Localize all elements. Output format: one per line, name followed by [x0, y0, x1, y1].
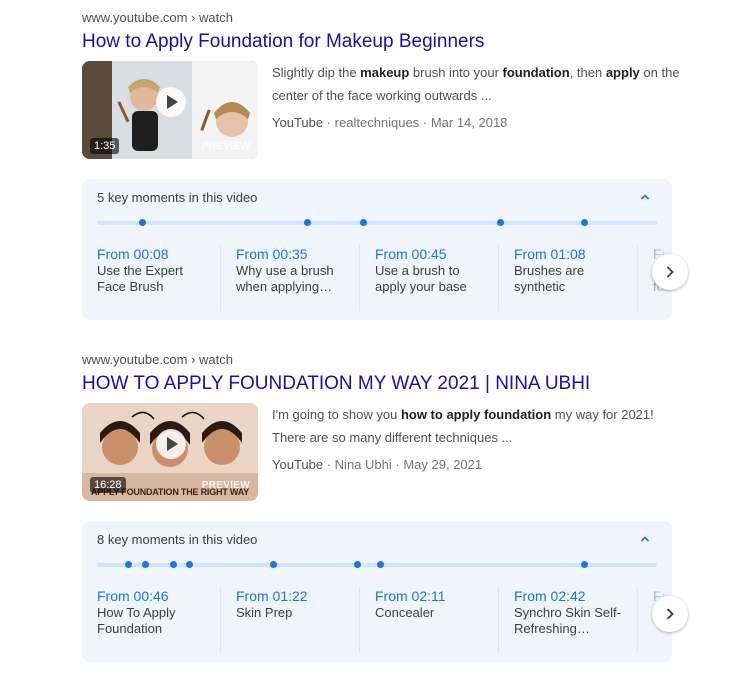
snippet-highlight: foundation: [502, 65, 570, 80]
timeline-marker[interactable]: [186, 561, 194, 568]
key-moment-timestamp: From 02:42: [514, 588, 586, 604]
next-moments-button[interactable]: [652, 254, 688, 290]
key-moment-timestamp: From 01:08: [514, 246, 586, 262]
result-title[interactable]: How to Apply Foundation for Makeup Begin…: [82, 29, 682, 55]
result-title[interactable]: HOW TO APPLY FOUNDATION MY WAY 2021 | NI…: [82, 371, 682, 397]
result-channel: realtechniques: [334, 115, 420, 130]
key-moment-item[interactable]: From 00:08 Use the Expert Face Brush: [82, 245, 221, 320]
result-snippet: I'm going to show you how to apply found…: [272, 403, 682, 449]
preview-label: PREVIEW: [201, 480, 250, 491]
timeline-marker[interactable]: [581, 561, 589, 568]
result-body: APPLY FOUNDATION THE RIGHT WAY 16:28 PRE…: [82, 403, 682, 515]
snippet-highlight: makeup: [360, 65, 410, 80]
search-result-1: www.youtube.com › watch How to Apply Fou…: [82, 8, 682, 173]
snippet-text: Slightly dip the: [272, 65, 361, 80]
timeline-marker[interactable]: [497, 219, 505, 226]
key-moment-label: Concealer: [375, 605, 435, 620]
meta-sep-2: ·: [422, 115, 431, 130]
key-moment-item[interactable]: From 00:35 Why use a brush when applying…: [221, 245, 360, 320]
key-moment-item[interactable]: From 00:46 How To Apply Foundation: [82, 587, 221, 662]
video-duration: 1:35: [90, 138, 120, 154]
play-icon: [156, 429, 186, 459]
result-url[interactable]: www.youtube.com › watch: [82, 8, 682, 28]
key-moment-item[interactable]: From 02:11 Concealer: [360, 587, 499, 662]
timeline-marker[interactable]: [360, 219, 367, 226]
play-icon: [156, 87, 186, 117]
timeline-track: [97, 561, 657, 568]
key-moment-item[interactable]: From 01:08 Brushes are synthetic: [499, 245, 638, 320]
key-moments-panel-2: 8 key moments in this video From 00:46 Ho…: [82, 521, 672, 662]
key-moment-label: Use the Expert Face Brush: [97, 263, 183, 294]
chevron-right-icon: [666, 608, 674, 620]
timeline-marker[interactable]: [581, 219, 589, 226]
key-moment-timestamp: From 00:45: [375, 246, 447, 262]
snippet-highlight: apply: [605, 65, 640, 80]
meta-sep-1: ·: [326, 457, 335, 472]
key-moments-list: From 00:08 Use the Expert Face Brush From …: [82, 245, 672, 320]
result-url[interactable]: www.youtube.com › watch: [82, 350, 682, 370]
key-moment-timestamp: From 00:08: [97, 246, 169, 262]
key-moments-list: From 00:46 How To Apply Foundation From 01…: [82, 587, 672, 662]
key-moment-item[interactable]: From 02:42 Synchro Skin Self-Refreshing…: [499, 587, 638, 662]
key-moment-label: Synchro Skin Self-Refreshing…: [514, 605, 621, 636]
timeline-marker[interactable]: [304, 219, 311, 226]
result-channel: Nina Ubhi: [334, 457, 392, 472]
result-snippet: Slightly dip the makeup brush into your …: [272, 61, 682, 107]
video-thumbnail[interactable]: 1:35 PREVIEW: [82, 61, 258, 159]
result-source: YouTube: [272, 115, 324, 130]
result-source: YouTube: [272, 457, 324, 472]
timeline-marker[interactable]: [124, 561, 132, 568]
result-body: 1:35 PREVIEW Slightly dip the makeup bru…: [82, 61, 682, 173]
video-duration: 16:28: [90, 477, 126, 493]
key-moment-timestamp: From 02:11: [375, 588, 446, 604]
snippet-text: I'm going to show you: [272, 407, 401, 422]
chevron-right-icon: [666, 266, 674, 278]
key-moments-header[interactable]: 8 key moments in this video: [97, 531, 257, 549]
result-meta: YouTube · Nina Ubhi · May 29, 2021: [272, 455, 482, 475]
key-moments-panel-1: 5 key moments in this video From 00:08 Us…: [82, 179, 672, 320]
key-moment-item[interactable]: From 01:22 Skin Prep: [221, 587, 360, 662]
key-moment-label: Why use a brush when applying…: [236, 263, 334, 294]
timeline-marker[interactable]: [138, 219, 146, 226]
next-moments-button[interactable]: [652, 596, 688, 632]
key-moment-timestamp: From 00:35: [236, 246, 308, 262]
key-moment-timestamp: From 01:22: [236, 588, 308, 604]
timeline-marker[interactable]: [270, 561, 278, 568]
key-moment-label: Use a brush to apply your base: [375, 263, 467, 294]
timeline-track: [97, 219, 657, 226]
snippet-highlight: how to apply foundation: [400, 407, 552, 422]
key-moment-item[interactable]: From 00:45 Use a brush to apply your base: [360, 245, 499, 320]
timeline-marker[interactable]: [376, 561, 384, 568]
key-moment-label: How To Apply Foundation: [97, 605, 176, 636]
video-thumbnail[interactable]: APPLY FOUNDATION THE RIGHT WAY 16:28 PRE…: [82, 403, 258, 501]
snippet-text: , then: [569, 65, 606, 80]
search-result-2: www.youtube.com › watch HOW TO APPLY FOU…: [82, 350, 682, 515]
meta-sep-1: ·: [326, 115, 335, 130]
timeline-marker[interactable]: [141, 561, 149, 568]
result-date: May 29, 2021: [403, 457, 483, 472]
key-moment-label: Skin Prep: [236, 605, 293, 620]
snippet-text: brush into your: [409, 65, 503, 80]
key-moment-label: Brushes are synthetic: [514, 263, 585, 294]
key-moments-header[interactable]: 5 key moments in this video: [97, 189, 257, 207]
timeline-marker[interactable]: [354, 561, 362, 568]
timeline-marker[interactable]: [169, 561, 177, 568]
collapse-chevron-up-icon[interactable]: [638, 532, 652, 546]
result-meta: YouTube · realtechniques · Mar 14, 2018: [272, 113, 507, 133]
result-date: Mar 14, 2018: [430, 115, 508, 130]
preview-label: PREVIEW: [201, 141, 250, 152]
collapse-chevron-up-icon[interactable]: [638, 190, 652, 204]
key-moment-timestamp: From 00:46: [97, 588, 169, 604]
